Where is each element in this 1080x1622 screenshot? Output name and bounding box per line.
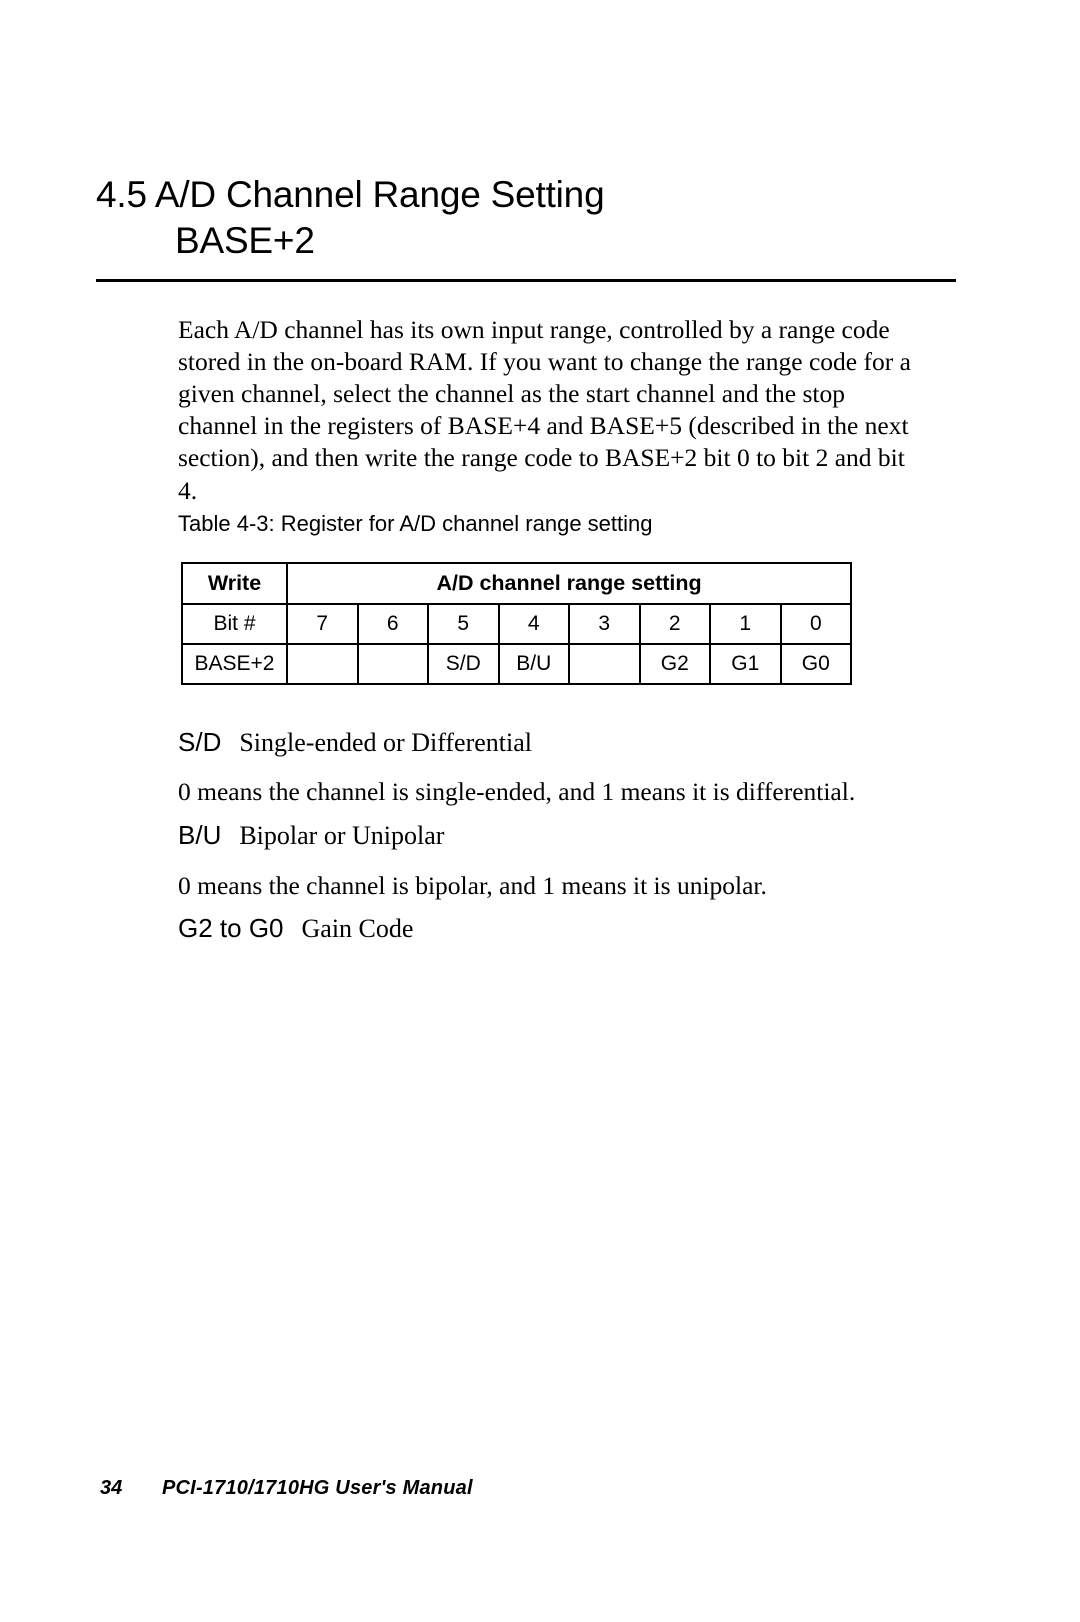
table-header-write: Write xyxy=(181,562,288,605)
cell-base2-bit-4: B/U xyxy=(497,643,570,685)
definition-sd-note: 0 means the channel is single-ended, and… xyxy=(178,777,856,806)
table-row: Bit # 7 6 5 4 3 2 1 0 xyxy=(181,603,853,645)
definition-bu-note: 0 means the channel is bipolar, and 1 me… xyxy=(178,871,767,900)
cell-bit-2: 2 xyxy=(638,603,711,645)
table-caption: Table 4-3: Register for A/D channel rang… xyxy=(178,511,653,536)
cell-bit-5: 5 xyxy=(427,603,500,645)
cell-base2-bit-0: G0 xyxy=(779,643,853,685)
document-page: 4.5 A/D Channel Range Setting BASE+2 Eac… xyxy=(0,0,1080,1622)
definition-bu-expansion: Bipolar or Unipolar xyxy=(239,821,445,850)
cell-base2-bit-6 xyxy=(356,643,429,685)
cell-bit-1: 1 xyxy=(709,603,782,645)
cell-base2-bit-7 xyxy=(286,643,359,685)
register-table: Write A/D channel range setting Bit # 7 … xyxy=(181,562,853,685)
cell-base2-bit-3 xyxy=(568,643,641,685)
cell-bit-4: 4 xyxy=(497,603,570,645)
page-footer: 34 PCI-1710/1710HG User's Manual xyxy=(100,1477,960,1500)
footer-page-number: 34 xyxy=(100,1477,123,1499)
cell-base2-bit-1: G1 xyxy=(709,643,782,685)
table-row: BASE+2 S/D B/U G2 G1 G0 xyxy=(181,643,853,685)
row-label-base-plus-2: BASE+2 xyxy=(181,643,288,685)
cell-bit-6: 6 xyxy=(356,603,429,645)
footer-document-title: PCI-1710/1710HG User's Manual xyxy=(162,1477,473,1499)
cell-base2-bit-2: G2 xyxy=(638,643,711,685)
definition-bu-abbr: B/U xyxy=(178,820,222,850)
definition-sd-abbr: S/D xyxy=(178,727,222,757)
cell-base2-bit-5: S/D xyxy=(427,643,500,685)
table-header-range-setting: A/D channel range setting xyxy=(285,562,853,605)
page-title: 4.5 A/D Channel Range Setting BASE+2 xyxy=(96,172,966,264)
cell-bit-0: 0 xyxy=(779,603,853,645)
row-label-bit-number: Bit # xyxy=(181,603,288,645)
definition-bu: B/U Bipolar or Unipolar xyxy=(178,820,444,851)
cell-bit-7: 7 xyxy=(286,603,359,645)
definition-gain: G2 to G0 Gain Code xyxy=(178,913,413,944)
cell-bit-3: 3 xyxy=(568,603,641,645)
table-header-row: Write A/D channel range setting xyxy=(181,562,853,605)
definition-sd: S/D Single-ended or Differential xyxy=(178,727,532,758)
intro-paragraph: Each A/D channel has its own input range… xyxy=(178,314,911,505)
page-title-line-1: 4.5 A/D Channel Range Setting xyxy=(96,174,605,215)
definition-gain-abbr: G2 to G0 xyxy=(178,913,284,943)
definition-gain-expansion: Gain Code xyxy=(301,914,414,943)
definition-sd-expansion: Single-ended or Differential xyxy=(239,728,532,757)
page-title-line-2: BASE+2 xyxy=(175,220,315,261)
heading-divider xyxy=(96,279,956,282)
